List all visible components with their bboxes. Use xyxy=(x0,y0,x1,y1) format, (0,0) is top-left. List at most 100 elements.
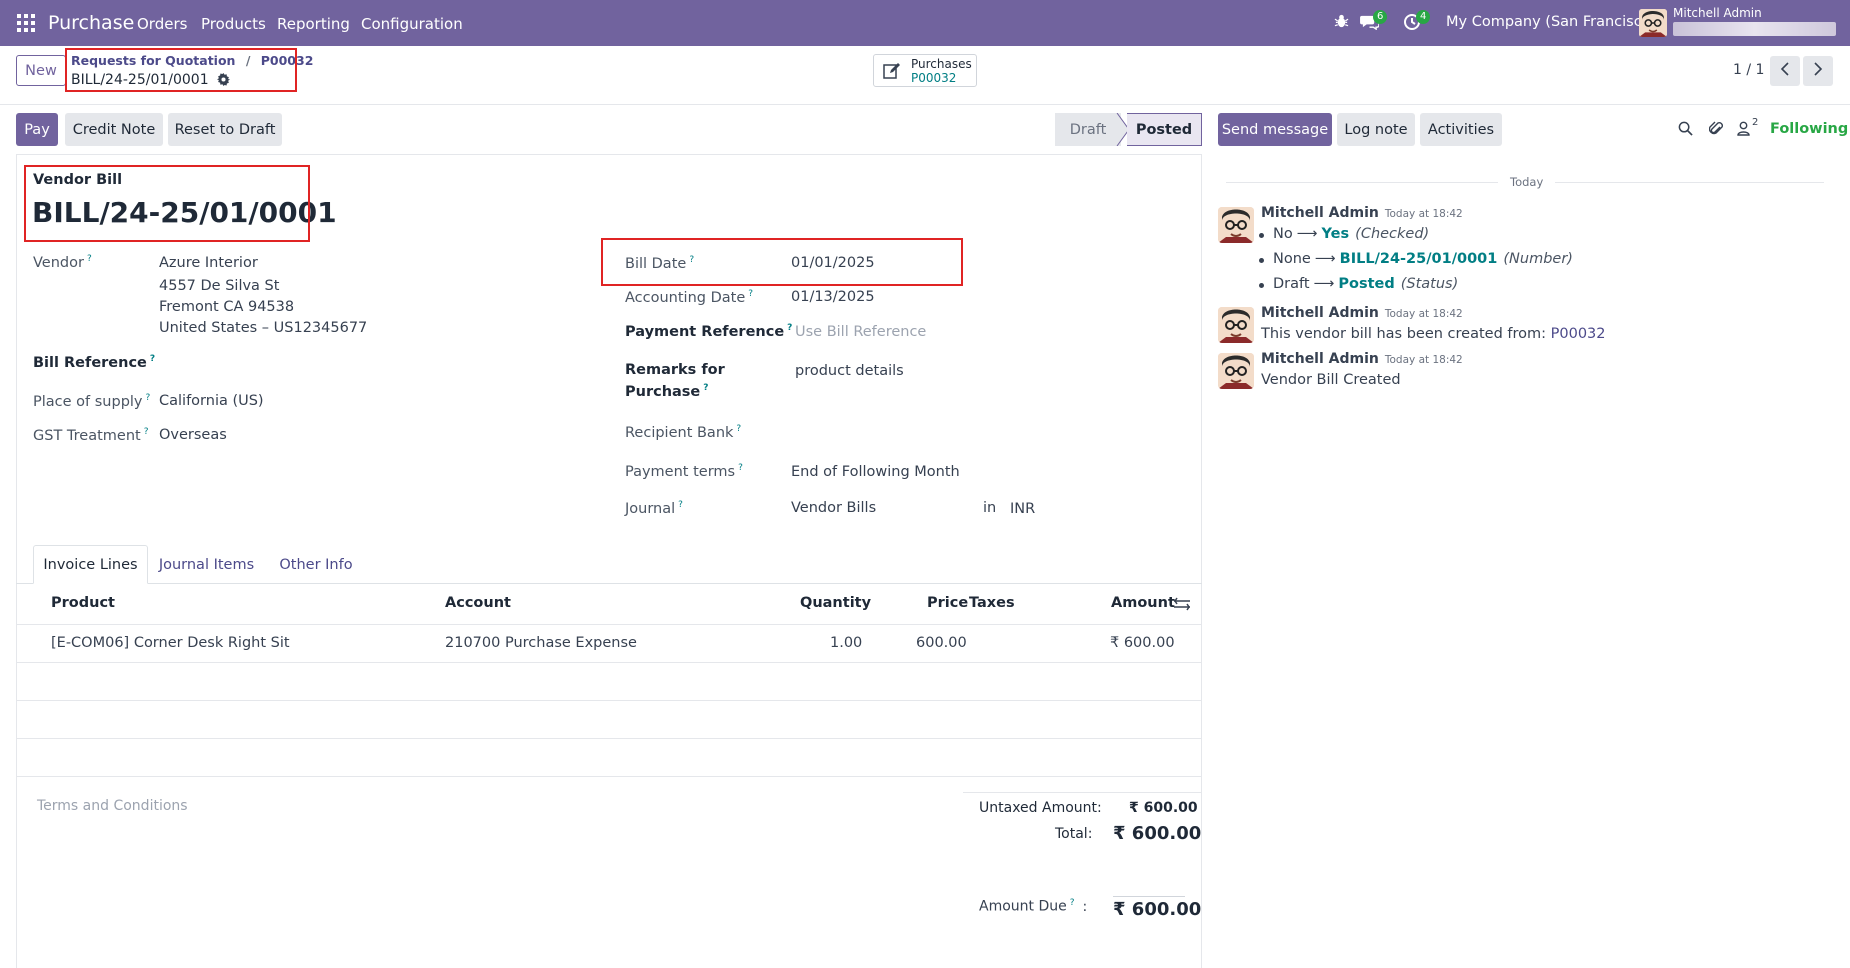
menu-products[interactable]: Products xyxy=(201,15,266,33)
vendor-address-line-3: United States – US12345677 xyxy=(159,320,368,336)
row-divider xyxy=(16,776,1202,777)
total-label: Total: xyxy=(1055,826,1093,842)
highlight-breadcrumb xyxy=(65,48,297,92)
message-avatar[interactable] xyxy=(1218,207,1254,243)
reset-to-draft-button[interactable]: Reset to Draft xyxy=(168,113,282,146)
app-name[interactable]: Purchase xyxy=(48,12,134,34)
highlight-title xyxy=(24,165,310,242)
tracking-value: None ⟶ BILL/24-25/01/0001 (Number) xyxy=(1259,251,1573,267)
journal-label: Journal? xyxy=(625,500,683,517)
vendor-address-line-1: 4557 De Silva St xyxy=(159,278,280,294)
menu-orders[interactable]: Orders xyxy=(137,15,187,33)
smart-button-label: Purchases xyxy=(911,57,972,71)
accounting-date-field[interactable]: 01/13/2025 xyxy=(791,289,875,305)
search-icon[interactable] xyxy=(1678,121,1693,140)
recipient-bank-input[interactable] xyxy=(791,422,1091,444)
followers-icon[interactable] xyxy=(1737,121,1750,140)
send-message-button[interactable]: Send message xyxy=(1218,113,1332,146)
currency-field[interactable]: INR xyxy=(1010,501,1035,517)
message-po-link[interactable]: P00032 xyxy=(1551,326,1606,342)
place-of-supply-field[interactable]: California (US) xyxy=(159,393,264,409)
pay-button[interactable]: Pay xyxy=(16,113,58,146)
tracking-value: No ⟶ Yes (Checked) xyxy=(1259,226,1429,242)
row-divider xyxy=(16,738,1202,739)
gst-treatment-field[interactable]: Overseas xyxy=(159,427,227,443)
status-bar: Draft Posted xyxy=(1055,113,1202,146)
paperclip-icon[interactable] xyxy=(1708,120,1723,141)
menu-configuration[interactable]: Configuration xyxy=(361,15,463,33)
column-settings-icon[interactable] xyxy=(1174,597,1190,615)
menu-reporting[interactable]: Reporting xyxy=(277,15,350,33)
pager-prev-button[interactable] xyxy=(1770,56,1800,86)
status-posted[interactable]: Posted xyxy=(1127,113,1202,146)
message-avatar[interactable] xyxy=(1218,353,1254,389)
line-price[interactable]: 600.00 xyxy=(916,635,967,651)
payment-terms-field[interactable]: End of Following Month xyxy=(791,464,960,480)
message-body: This vendor bill has been created from: … xyxy=(1261,326,1606,342)
message-body: Vendor Bill Created xyxy=(1261,372,1401,388)
activities-button[interactable]: Activities xyxy=(1420,113,1502,146)
company-switcher[interactable]: My Company (San Francisco) xyxy=(1446,14,1656,30)
bill-reference-input[interactable] xyxy=(159,352,459,374)
recipient-bank-label: Recipient Bank? xyxy=(625,424,742,441)
column-price[interactable]: Price xyxy=(927,595,968,611)
untaxed-amount-label: Untaxed Amount: xyxy=(979,800,1102,816)
payment-reference-input[interactable]: Use Bill Reference xyxy=(795,324,926,340)
line-product[interactable]: [E-COM06] Corner Desk Right Sit xyxy=(51,635,290,651)
date-separator: Today xyxy=(1498,175,1556,189)
message-avatar[interactable] xyxy=(1218,307,1254,343)
vendor-field[interactable]: Azure Interior xyxy=(159,255,258,271)
in-label: in xyxy=(983,500,997,516)
accounting-date-label: Accounting Date? xyxy=(625,289,754,306)
top-navbar: Purchase Orders Products Reporting Confi… xyxy=(0,0,1850,46)
tab-journal-items[interactable]: Journal Items xyxy=(150,545,263,584)
following-button[interactable]: Following xyxy=(1770,121,1848,137)
pager-next-button[interactable] xyxy=(1803,56,1833,86)
purchases-smart-button[interactable]: Purchases P00032 xyxy=(873,54,977,87)
smart-button-value: P00032 xyxy=(911,71,957,85)
journal-field[interactable]: Vendor Bills xyxy=(791,500,876,516)
row-divider xyxy=(16,700,1202,701)
line-account[interactable]: 210700 Purchase Expense xyxy=(445,635,637,651)
column-quantity[interactable]: Quantity xyxy=(800,595,871,611)
chevron-left-icon xyxy=(1780,62,1790,80)
new-button[interactable]: New xyxy=(16,55,66,86)
debug-icon[interactable] xyxy=(1334,13,1349,33)
column-taxes[interactable]: Taxes xyxy=(969,595,1015,611)
pager-value[interactable]: 1 / 1 xyxy=(1733,62,1764,78)
terms-conditions-input[interactable]: Terms and Conditions xyxy=(37,798,188,814)
remarks-label-line-2: Purchase? xyxy=(625,383,709,400)
log-note-button[interactable]: Log note xyxy=(1337,113,1415,146)
column-account[interactable]: Account xyxy=(445,595,511,611)
tracking-value: Draft ⟶ Posted (Status) xyxy=(1259,276,1458,292)
amount-due-divider xyxy=(1113,896,1185,897)
tab-other-info[interactable]: Other Info xyxy=(268,545,364,584)
untaxed-amount-value: ₹ 600.00 xyxy=(1129,800,1198,816)
payment-reference-label: Payment Reference? xyxy=(625,323,793,340)
app-menu-icon[interactable] xyxy=(17,14,35,32)
amount-due-label: Amount Due?: xyxy=(979,898,1088,915)
line-quantity[interactable]: 1.00 xyxy=(830,635,862,651)
payment-terms-label: Payment terms? xyxy=(625,463,743,480)
vendor-address-line-2: Fremont CA 94538 xyxy=(159,299,295,315)
line-amount[interactable]: ₹ 600.00 xyxy=(1110,635,1175,651)
chat-count-badge: 6 xyxy=(1373,10,1388,24)
credit-note-button[interactable]: Credit Note xyxy=(65,113,163,146)
user-avatar[interactable] xyxy=(1639,9,1667,37)
tab-invoice-lines[interactable]: Invoice Lines xyxy=(33,545,148,584)
status-draft[interactable]: Draft xyxy=(1055,113,1121,146)
activity-count-badge: 4 xyxy=(1416,10,1431,24)
gst-treatment-label: GST Treatment? xyxy=(33,427,149,444)
vendor-label: Vendor? xyxy=(33,254,92,271)
amount-due-value: ₹ 600.00 xyxy=(1113,899,1202,920)
column-product[interactable]: Product xyxy=(51,595,115,611)
place-of-supply-label: Place of supply? xyxy=(33,393,151,410)
user-name[interactable]: Mitchell Admin xyxy=(1673,6,1762,20)
total-value: ₹ 600.00 xyxy=(1113,823,1202,844)
totals-divider xyxy=(963,792,1202,793)
user-db-blurred xyxy=(1673,22,1836,36)
chevron-right-icon xyxy=(1813,62,1823,80)
column-amount[interactable]: Amount xyxy=(1111,595,1175,611)
edit-icon xyxy=(883,62,901,84)
remarks-field[interactable]: product details xyxy=(795,363,904,379)
